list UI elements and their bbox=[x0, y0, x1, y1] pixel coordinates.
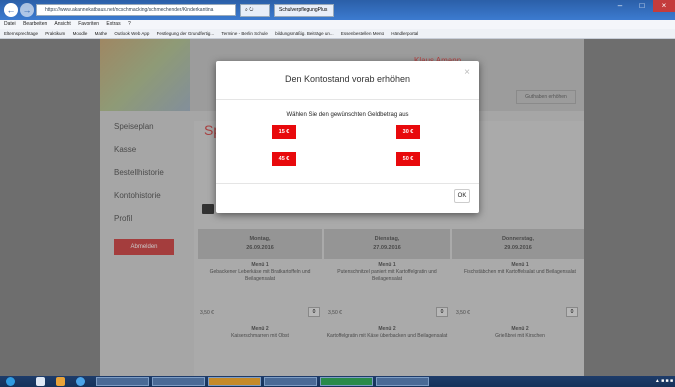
window-close-icon[interactable]: × bbox=[653, 0, 675, 12]
explorer-icon[interactable] bbox=[36, 377, 45, 386]
menu-item: Menü 2 Kartoffelgratin mit Käse überback… bbox=[324, 326, 450, 340]
menu-item: Menü 2 Grießbrei mit Kirschen bbox=[460, 326, 580, 340]
favorites-bar: Elternsprechtage Praktikum Moodle Mathe … bbox=[0, 29, 675, 39]
logout-button[interactable]: Abmelden bbox=[114, 239, 174, 255]
system-tray[interactable]: ▲ ■ ■ ■ bbox=[655, 377, 673, 386]
menu-description: Putenschnitzel paniert mit Kartoffelgrat… bbox=[337, 269, 437, 282]
minimize-icon[interactable]: – bbox=[609, 0, 631, 12]
favorite-link[interactable]: Mathe bbox=[95, 31, 108, 36]
favorite-link[interactable]: Termine - Berlin Schule bbox=[221, 31, 268, 36]
forward-icon[interactable]: → bbox=[20, 3, 34, 17]
media-icon[interactable] bbox=[56, 377, 65, 386]
date-label: 27.09.2016 bbox=[373, 245, 401, 251]
taskbar-window[interactable] bbox=[208, 377, 261, 386]
menu-description: Kaiserschmarren mit Obst bbox=[231, 333, 289, 339]
topup-modal: Den Kontostand vorab erhöhen × Wählen Si… bbox=[216, 61, 479, 213]
sidebar-item-profil[interactable]: Profil bbox=[100, 213, 186, 236]
printer-icon[interactable] bbox=[202, 204, 214, 214]
favorite-link[interactable]: Elternsprechtage bbox=[4, 31, 38, 36]
menu-title: Menü 1 bbox=[251, 262, 269, 268]
menu-datei[interactable]: Datei bbox=[4, 21, 16, 27]
price-label: 3,50 € bbox=[456, 310, 470, 316]
banner-image bbox=[100, 39, 190, 111]
ie-icon[interactable] bbox=[76, 377, 85, 386]
taskbar-window[interactable] bbox=[376, 377, 429, 386]
menu-extras[interactable]: Extras bbox=[106, 21, 120, 27]
menu-description: Fischstäbchen mit Kartoffelsalat und Bei… bbox=[464, 269, 576, 275]
guthaben-button[interactable]: Guthaben erhöhen bbox=[516, 90, 576, 104]
quantity-select[interactable]: 0 bbox=[308, 307, 320, 317]
favorite-link[interactable]: Praktikum bbox=[45, 31, 65, 36]
ok-button[interactable]: OK bbox=[454, 189, 470, 203]
weekday-label: Donnerstag, bbox=[501, 236, 535, 242]
taskbar-window[interactable] bbox=[152, 377, 205, 386]
menu-title: Menü 2 bbox=[251, 326, 269, 332]
day-header-thursday: Donnerstag, 29.09.2016 bbox=[452, 229, 584, 259]
modal-divider bbox=[216, 99, 479, 100]
day-header-tuesday: Dienstag, 27.09.2016 bbox=[324, 229, 450, 259]
modal-prompt: Wählen Sie den gewünschten Geldbetrag au… bbox=[286, 112, 409, 118]
sidebar-item-speiseplan[interactable]: Speiseplan bbox=[100, 121, 186, 144]
menu-description: Grießbrei mit Kirschen bbox=[495, 333, 545, 339]
day-header-monday: Montag, 26.09.2016 bbox=[198, 229, 322, 259]
menu-title: Menü 2 bbox=[378, 326, 396, 332]
menu-bearbeiten[interactable]: Bearbeiten bbox=[23, 21, 47, 27]
menu-description: Kartoffelgratin mit Käse überbacken und … bbox=[326, 333, 448, 339]
amount-button-50[interactable]: 50 € bbox=[396, 152, 420, 166]
quantity-select[interactable]: 0 bbox=[436, 307, 448, 317]
sidebar-item-bestellhistorie[interactable]: Bestellhistorie bbox=[100, 167, 186, 190]
menu-title: Menü 1 bbox=[378, 262, 396, 268]
sidebar-item-kasse[interactable]: Kasse bbox=[100, 144, 186, 167]
sidebar-nav: Speiseplan Kasse Bestellhistorie Kontohi… bbox=[100, 121, 186, 236]
amount-button-30[interactable]: 30 € bbox=[396, 125, 420, 139]
close-icon[interactable]: × bbox=[464, 67, 470, 78]
menu-item: Menü 1 Gebackener Leberkäse mit Bratkart… bbox=[198, 262, 322, 283]
favorite-link[interactable]: bildungsmäßig. Beiträge un... bbox=[275, 31, 334, 36]
start-icon[interactable] bbox=[6, 377, 15, 386]
taskbar-window[interactable] bbox=[264, 377, 317, 386]
menu-favoriten[interactable]: Favoriten bbox=[78, 21, 99, 27]
menu-title: Menü 2 bbox=[511, 326, 529, 332]
favorite-link[interactable]: Essenbestellen Menü bbox=[341, 31, 384, 36]
date-label: 26.09.2016 bbox=[246, 245, 274, 251]
modal-title: Den Kontostand vorab erhöhen bbox=[284, 74, 411, 84]
amount-button-15[interactable]: 15 € bbox=[272, 125, 296, 139]
taskbar-window[interactable] bbox=[320, 377, 373, 386]
address-actions[interactable]: ⌕ ↻ bbox=[240, 4, 270, 17]
price-label: 3,50 € bbox=[328, 310, 342, 316]
maximize-icon[interactable]: □ bbox=[631, 0, 653, 12]
menu-item: Menü 1 Fischstäbchen mit Kartoffelsalat … bbox=[460, 262, 580, 276]
modal-divider bbox=[216, 183, 479, 184]
quantity-select[interactable]: 0 bbox=[566, 307, 578, 317]
tab-active[interactable]: SchulverpflegungPlus bbox=[274, 4, 334, 17]
price-label: 3,50 € bbox=[200, 310, 214, 316]
sidebar-item-kontohistorie[interactable]: Kontohistorie bbox=[100, 190, 186, 213]
menu-help[interactable]: ? bbox=[128, 21, 131, 27]
back-icon[interactable]: ← bbox=[4, 3, 18, 17]
menu-item: Menü 1 Putenschnitzel paniert mit Kartof… bbox=[324, 262, 450, 283]
weekday-label: Dienstag, bbox=[374, 236, 400, 242]
favorite-link[interactable]: Festlegung der Grundfertig... bbox=[157, 31, 215, 36]
favorite-link[interactable]: Outlook Web App bbox=[114, 31, 149, 36]
browser-menubar: Datei Bearbeiten Ansicht Favoriten Extra… bbox=[0, 20, 675, 29]
amount-button-45[interactable]: 45 € bbox=[272, 152, 296, 166]
menu-description: Gebackener Leberkäse mit Bratkartoffeln … bbox=[209, 269, 311, 282]
menu-item: Menü 2 Kaiserschmarren mit Obst bbox=[198, 326, 322, 340]
menu-title: Menü 1 bbox=[511, 262, 529, 268]
favorite-link[interactable]: Händlerportal bbox=[391, 31, 418, 36]
address-bar[interactable]: https://www.akannekatbaus.net/ncschmacki… bbox=[36, 4, 236, 16]
menu-ansicht[interactable]: Ansicht bbox=[54, 21, 70, 27]
date-label: 29.09.2016 bbox=[504, 245, 532, 251]
windows-taskbar: ▲ ■ ■ ■ bbox=[0, 376, 675, 387]
taskbar-window[interactable] bbox=[96, 377, 149, 386]
weekday-label: Montag, bbox=[249, 236, 271, 242]
favorite-link[interactable]: Moodle bbox=[73, 31, 88, 36]
browser-titlebar: ← → https://www.akannekatbaus.net/ncschm… bbox=[0, 0, 675, 20]
